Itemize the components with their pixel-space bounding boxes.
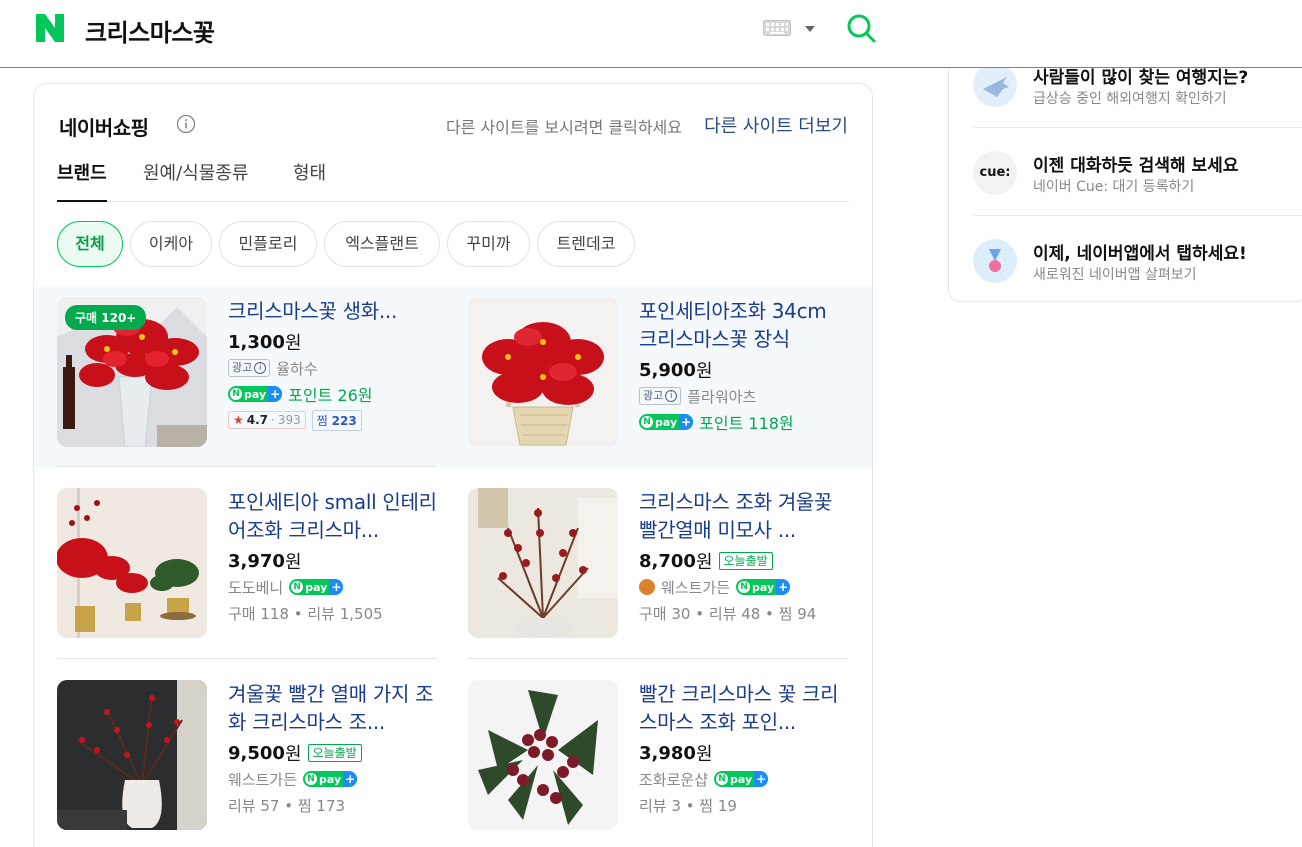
more-sites-link[interactable]: 다른 사이트 더보기 [704, 112, 848, 138]
side-item-app[interactable]: 이제, 네이버앱에서 탭하세요! 새로워진 네이버앱 살펴보기 [973, 217, 1302, 305]
tab-gardening[interactable]: 원예/식물종류 [143, 158, 248, 201]
product-card[interactable]: 포인세티아 small 인테리어조화 크리스마... 3,970 원 도도베니 N… [57, 478, 437, 648]
seller-name[interactable]: 도도베니 [228, 577, 283, 598]
product-price: 8,700 [639, 550, 696, 572]
product-price: 3,970 [228, 550, 285, 572]
chip-minflori[interactable]: 민플로리 [219, 221, 317, 267]
info-icon[interactable] [176, 114, 196, 134]
chip-ikea[interactable]: 이케아 [130, 221, 212, 267]
currency-label: 원 [284, 552, 302, 573]
row-divider [57, 466, 437, 467]
npay-icon: Npay + [228, 386, 283, 402]
tab-shape[interactable]: 형태 [293, 158, 326, 201]
product-stats: 구매 118 • 리뷰 1,505 [228, 604, 383, 623]
info-icon: i [254, 362, 267, 374]
ad-badge[interactable]: 광고 i [228, 359, 271, 377]
search-query[interactable]: 크리스마스꽃 [85, 13, 215, 48]
chip-kkumimkka[interactable]: 꾸미까 [447, 221, 530, 267]
seller-name[interactable]: 조화로운샵 [639, 769, 708, 790]
cue-icon: cue: [973, 151, 1017, 195]
seller-name[interactable]: 웨스트가든 [228, 769, 297, 790]
chip-all[interactable]: 전체 [57, 221, 123, 267]
product-card[interactable]: 포인세티아조화 34cm 크리스마스꽃 장식 5,900 원 광고 i 플라워아츠 … [468, 287, 848, 457]
star-icon: ★ [233, 413, 244, 427]
product-image[interactable] [468, 488, 618, 638]
product-card[interactable]: 크리스마스 조화 겨울꽃 빨간열매 미모사 ... 8,700 원 오늘출발 웨스… [468, 478, 848, 648]
side-item-title: 이제, 네이버앱에서 탭하세요! [1033, 244, 1247, 264]
product-price: 3,980 [639, 742, 696, 764]
medal-icon [973, 239, 1017, 283]
product-image[interactable] [468, 297, 618, 447]
panel-title: 네이버쇼핑 [59, 116, 149, 140]
row-divider [468, 658, 848, 659]
info-icon: i [665, 390, 678, 402]
product-title[interactable]: 크리스마스 조화 겨울꽃 빨간열매 미모사 ... [639, 488, 849, 544]
product-image[interactable] [57, 680, 207, 830]
chip-trendeco[interactable]: 트렌데코 [537, 221, 635, 267]
naver-logo[interactable] [34, 13, 66, 43]
category-tabs: 브랜드 원예/식물종류 형태 [57, 158, 849, 202]
side-divider [973, 215, 1302, 216]
product-title[interactable]: 포인세티아 small 인테리어조화 크리스마... [228, 488, 438, 544]
point-reward: 포인트 26원 [288, 386, 373, 405]
wishlist-count: 찜 223 [311, 409, 362, 431]
store-icon [639, 579, 655, 595]
side-divider [973, 127, 1302, 128]
currency-label: 원 [695, 744, 713, 765]
chip-xplant[interactable]: 엑스플랜트 [324, 221, 440, 267]
rating-badge: ★ 4.7 · 393 [228, 411, 306, 429]
product-card[interactable]: 빨간 크리스마스 꽃 크리스마스 조화 포인... 3,980 원 조화로운샵 N… [468, 670, 848, 840]
side-item-subtitle: 급상승 중인 해외여행지 확인하기 [1033, 91, 1227, 107]
tab-brand[interactable]: 브랜드 [57, 158, 107, 202]
product-image[interactable]: 구매 120+ [57, 297, 207, 447]
product-stats: 구매 30 • 리뷰 48 • 찜 94 [639, 604, 817, 623]
side-item-subtitle: 네이버 Cue: 대기 등록하기 [1033, 179, 1195, 195]
chevron-down-icon[interactable] [805, 26, 815, 32]
side-item-subtitle: 새로워진 네이버앱 살펴보기 [1033, 267, 1197, 283]
row-divider [57, 658, 437, 659]
product-price: 9,500 [228, 742, 285, 764]
seller-name[interactable]: 플라워아츠 [687, 386, 756, 407]
npay-icon: Npay + [714, 771, 769, 787]
product-price: 5,900 [639, 359, 696, 381]
product-title[interactable]: 빨간 크리스마스 꽃 크리스마스 조화 포인... [639, 680, 849, 736]
panel-hint: 다른 사이트를 보시려면 클릭하세요 [445, 118, 682, 137]
product-title[interactable]: 크리스마스꽃 생화... [228, 297, 438, 325]
currency-label: 원 [695, 552, 713, 573]
search-icon[interactable] [845, 12, 877, 44]
product-title[interactable]: 겨울꽃 빨간 열매 가지 조화 크리스마스 조... [228, 680, 438, 736]
same-day-shipping-badge: 오늘출발 [718, 552, 773, 570]
side-item-title: 이젠 대화하듯 검색해 보세요 [1033, 156, 1239, 176]
purchase-count-badge: 구매 120+ [65, 305, 147, 330]
shopping-panel: 네이버쇼핑 다른 사이트를 보시려면 클릭하세요 다른 사이트 더보기 브랜드 … [33, 83, 873, 847]
same-day-shipping-badge: 오늘출발 [307, 744, 362, 762]
product-stats: 리뷰 57 • 찜 173 [228, 796, 346, 815]
ad-badge[interactable]: 광고 i [639, 387, 682, 405]
search-header: 크리스마스꽃 [0, 0, 1302, 68]
npay-icon: Npay + [736, 579, 791, 595]
npay-icon: Npay + [303, 771, 358, 787]
side-promo-panel: 사람들이 많이 찾는 여행지는? 급상승 중인 해외여행지 확인하기 cue: … [948, 40, 1302, 302]
product-price: 1,300 [228, 331, 285, 353]
product-image[interactable] [468, 680, 618, 830]
npay-icon: Npay + [639, 414, 694, 430]
side-item-cue[interactable]: cue: 이젠 대화하듯 검색해 보세요 네이버 Cue: 대기 등록하기 [973, 129, 1302, 217]
airplane-icon [973, 63, 1017, 107]
product-card[interactable]: 겨울꽃 빨간 열매 가지 조화 크리스마스 조... 9,500 원 오늘출발 웨… [57, 670, 437, 840]
product-card[interactable]: 구매 120+ 크리스마스꽃 생화... 1,300 원 광고 i 율하수 Npay… [57, 287, 437, 457]
currency-label: 원 [695, 361, 713, 382]
product-title[interactable]: 포인세티아조화 34cm 크리스마스꽃 장식 [639, 297, 849, 353]
currency-label: 원 [284, 744, 302, 765]
point-reward: 포인트 118원 [699, 414, 794, 433]
seller-name[interactable]: 웨스트가든 [661, 577, 730, 598]
currency-label: 원 [284, 333, 302, 354]
npay-icon: Npay + [289, 579, 344, 595]
product-image[interactable] [57, 488, 207, 638]
keyboard-icon[interactable] [763, 20, 791, 36]
seller-name[interactable]: 율하수 [276, 358, 317, 379]
product-stats: 리뷰 3 • 찜 19 [639, 796, 737, 815]
